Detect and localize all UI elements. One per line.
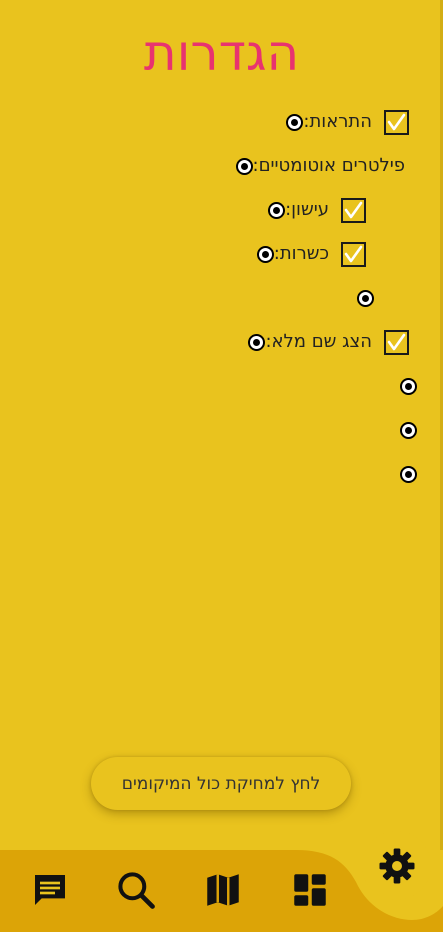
gear-icon [379,848,414,883]
nav-chat[interactable] [28,868,72,912]
search-icon [118,872,155,909]
page-title: הגדרות [143,24,300,82]
bullet-icon [248,333,266,351]
bullet-icon [268,201,286,219]
settings-row-notifications: התראות: [286,108,417,136]
bullet-icon [357,289,374,307]
check-mark-icon [344,245,363,262]
clear-all-locations-button[interactable]: לחץ למחיקת כול המיקומים [91,757,351,810]
nav-settings-active[interactable] [362,831,431,900]
show-full-name-checkbox[interactable] [384,329,409,355]
bullet-icon [400,421,417,439]
notifications-checkbox[interactable] [384,109,409,135]
settings-row-empty [400,372,417,400]
smoking-checkbox[interactable] [341,197,366,223]
bullet-icon [235,157,253,175]
show-full-name-label: הצג שם מלא: [265,331,372,352]
bullet-icon [400,465,417,483]
map-icon [207,874,239,906]
bullet-icon [400,377,417,395]
chat-icon [35,875,65,905]
settings-row-smoking: עישון: [268,196,374,224]
settings-row-empty [357,284,374,312]
bullet-icon [286,113,304,131]
kosher-checkbox[interactable] [341,241,366,267]
bullet-icon [256,245,274,263]
nav-search[interactable] [114,868,158,912]
auto-filters-label: פילטרים אוטומטיים: [252,155,406,176]
dashboard-icon [294,874,326,906]
check-mark-icon [387,113,406,130]
check-mark-icon [387,333,406,350]
nav-dashboard[interactable] [288,868,332,912]
settings-row-kosher: כשרות: [256,240,374,268]
kosher-label: כשרות: [273,243,329,264]
settings-row-show-full-name: הצג שם מלא: [248,328,417,356]
nav-map[interactable] [201,868,245,912]
notifications-label: התראות: [303,111,372,132]
check-mark-icon [344,201,363,218]
settings-row-empty [400,460,417,488]
settings-row-auto-filters: פילטרים אוטומטיים: [235,152,418,180]
smoking-label: עישון: [285,199,329,220]
settings-row-empty [400,416,417,444]
